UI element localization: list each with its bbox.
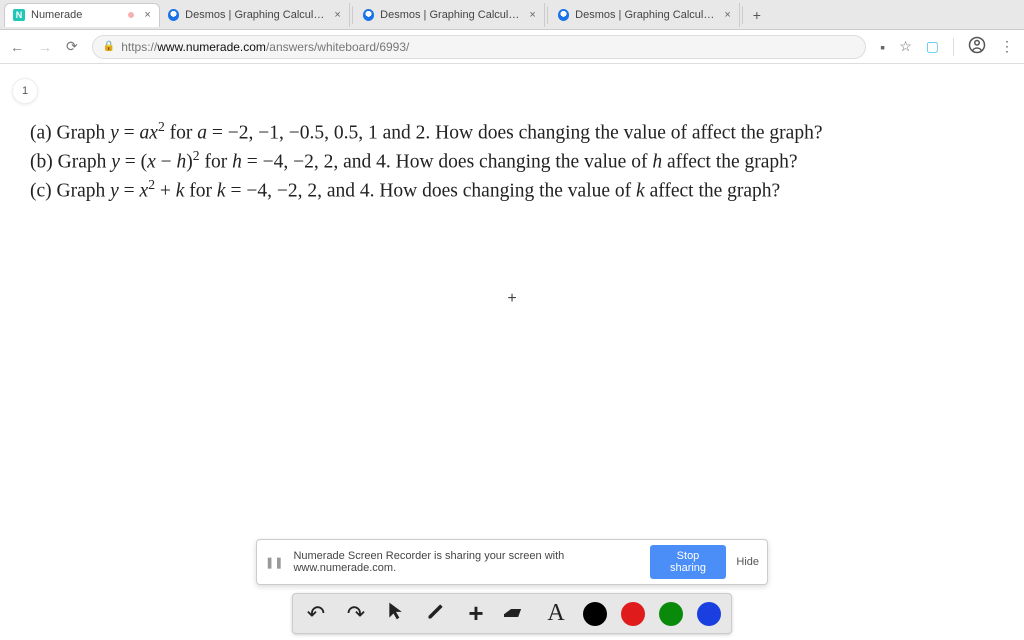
text: for	[200, 151, 233, 172]
pause-icon[interactable]: ❚❚	[265, 556, 283, 569]
text: for	[184, 180, 217, 201]
var: y	[110, 180, 119, 201]
new-tab-button[interactable]: +	[745, 7, 769, 23]
pointer-icon[interactable]	[383, 600, 409, 628]
var: y	[110, 123, 119, 144]
address-bar-actions: ▪ ☆ ▢ ⋮	[880, 36, 1014, 57]
close-icon[interactable]: ×	[144, 9, 150, 21]
reload-icon[interactable]: ⟳	[66, 38, 78, 55]
var: h	[652, 151, 662, 172]
favicon-numerade: N	[13, 9, 25, 21]
color-blue[interactable]	[697, 602, 721, 626]
favicon-desmos	[168, 9, 179, 21]
problem-line-b: (b) Graph y = (x − h)2 for h = −4, −2, 2…	[30, 147, 1004, 176]
var: x	[147, 151, 156, 172]
text: +	[155, 180, 176, 201]
text: =	[119, 180, 140, 201]
crosshair-icon: +	[507, 290, 516, 308]
url-domain: www.numerade.com	[157, 40, 266, 54]
url-text: https://www.numerade.com/answers/whitebo…	[121, 40, 409, 54]
tab-numerade[interactable]: N Numerade ×	[4, 3, 160, 27]
recording-indicator-icon	[128, 12, 134, 18]
problem-line-a: (a) Graph y = ax2 for a = −2, −1, −0.5, …	[30, 118, 1004, 147]
var: ax	[140, 123, 158, 144]
close-icon[interactable]: ×	[529, 9, 535, 21]
favicon-desmos	[363, 9, 374, 21]
text: (b) Graph	[30, 151, 111, 172]
url-field[interactable]: 🔒 https://www.numerade.com/answers/white…	[92, 35, 867, 59]
text: = −4, −2, 2, and 4. How does changing th…	[242, 151, 652, 172]
text: for	[165, 123, 198, 144]
text-tool-icon[interactable]: A	[543, 600, 569, 627]
text: −	[156, 151, 177, 172]
close-icon[interactable]: ×	[334, 9, 340, 21]
tab-title: Numerade	[31, 9, 82, 21]
var: y	[111, 151, 120, 172]
camera-icon[interactable]: ▪	[880, 39, 885, 55]
text: affect the graph?	[662, 151, 798, 172]
exponent: 2	[148, 177, 155, 192]
tab-title: Desmos | Graphing Calculator	[575, 9, 714, 21]
add-icon[interactable]: +	[463, 598, 489, 629]
tab-title: Desmos | Graphing Calculator	[380, 9, 519, 21]
tab-desmos-1[interactable]: Desmos | Graphing Calculator ×	[160, 3, 350, 27]
text: =	[119, 123, 140, 144]
pen-icon[interactable]	[423, 600, 449, 628]
color-green[interactable]	[659, 602, 683, 626]
lock-icon: 🔒	[103, 41, 115, 52]
redo-icon[interactable]: ↷	[343, 601, 369, 627]
text: (a) Graph	[30, 123, 110, 144]
eraser-icon[interactable]	[503, 601, 529, 627]
browser-address-bar: ← → ⟳ 🔒 https://www.numerade.com/answers…	[0, 30, 1024, 64]
tab-title: Desmos | Graphing Calculator	[185, 9, 324, 21]
var: k	[217, 180, 226, 201]
share-message: Numerade Screen Recorder is sharing your…	[293, 550, 639, 574]
var: a	[197, 123, 207, 144]
menu-icon[interactable]: ⋮	[1000, 38, 1014, 55]
url-path: /answers/whiteboard/6993/	[266, 40, 409, 54]
var: k	[636, 180, 645, 201]
hide-button[interactable]: Hide	[736, 556, 759, 568]
text: affect the graph?	[645, 180, 781, 201]
problem-content: (a) Graph y = ax2 for a = −2, −1, −0.5, …	[30, 118, 1004, 204]
page-number-badge[interactable]: 1	[12, 78, 38, 104]
tab-desmos-3[interactable]: Desmos | Graphing Calculator ×	[550, 3, 740, 27]
forward-icon[interactable]: →	[38, 39, 52, 55]
var: x	[140, 180, 149, 201]
color-black[interactable]	[583, 602, 607, 626]
problem-line-c: (c) Graph y = x2 + k for k = −4, −2, 2, …	[30, 176, 1004, 205]
browser-tab-strip: N Numerade × Desmos | Graphing Calculato…	[0, 0, 1024, 30]
cast-icon[interactable]: ▢	[926, 38, 939, 55]
separator	[953, 38, 954, 56]
text: = (	[120, 151, 147, 172]
undo-icon[interactable]: ↶	[303, 601, 329, 627]
tab-separator	[547, 6, 548, 24]
tab-separator	[352, 6, 353, 24]
text: (c) Graph	[30, 180, 110, 201]
exponent: 2	[158, 119, 165, 134]
color-red[interactable]	[621, 602, 645, 626]
text: = −4, −2, 2, and 4. How does changing th…	[226, 180, 636, 201]
stop-sharing-button[interactable]: Stop sharing	[650, 545, 727, 579]
screen-share-bar: ❚❚ Numerade Screen Recorder is sharing y…	[256, 539, 768, 585]
text: = −2, −1, −0.5, 0.5, 1 and 2. How does c…	[207, 123, 822, 144]
var: h	[232, 151, 242, 172]
back-icon[interactable]: ←	[10, 39, 24, 55]
tab-desmos-2[interactable]: Desmos | Graphing Calculator ×	[355, 3, 545, 27]
bookmark-icon[interactable]: ☆	[899, 38, 912, 55]
favicon-desmos	[558, 9, 569, 21]
exponent: 2	[193, 148, 200, 163]
var: h	[177, 151, 187, 172]
url-scheme: https://	[121, 40, 157, 54]
account-icon[interactable]	[968, 36, 986, 57]
close-icon[interactable]: ×	[724, 9, 730, 21]
whiteboard-toolbar: ↶ ↷ + A	[292, 593, 732, 634]
tab-separator	[742, 6, 743, 24]
